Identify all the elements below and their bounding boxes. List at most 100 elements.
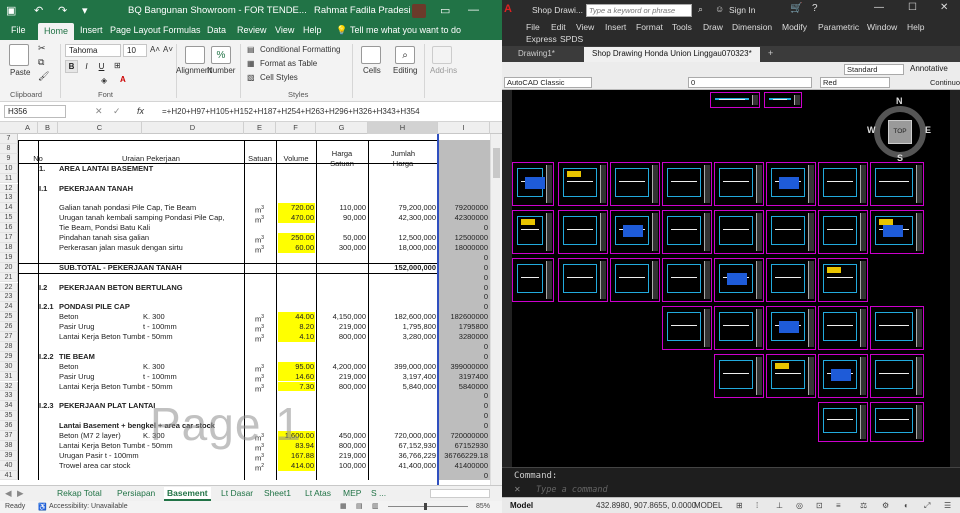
cell-f[interactable]: 44.00	[277, 312, 314, 322]
row-header[interactable]: 32	[0, 381, 18, 392]
cell-c[interactable]: Pasir Urug	[59, 322, 143, 332]
row-header[interactable]: 21	[0, 272, 18, 283]
cell-c[interactable]: PEKERJAAN TANAH	[59, 184, 245, 194]
cell-e[interactable]: m2	[245, 461, 274, 474]
menu-insert[interactable]: Insert	[605, 22, 626, 32]
help-icon[interactable]: ?	[812, 3, 818, 14]
cell-g[interactable]: 90,000	[317, 213, 366, 223]
row-header[interactable]: 11	[0, 173, 18, 184]
column-header[interactable]: I	[438, 122, 490, 134]
model-tab[interactable]: Model	[510, 501, 533, 510]
cell-i[interactable]: 720000000	[439, 431, 488, 441]
snap-icon[interactable]: ⁞	[756, 501, 758, 510]
cell-i[interactable]: 0	[439, 253, 488, 263]
compass-north[interactable]: N	[896, 96, 903, 106]
cell-d[interactable]: t - 100mm	[143, 372, 242, 382]
cell-f[interactable]: 470.00	[277, 213, 314, 223]
editing-button[interactable]: Editing	[393, 66, 417, 75]
number-format-icon[interactable]: %	[211, 46, 231, 64]
drawing-sheet[interactable]	[714, 354, 764, 398]
menu-draw[interactable]: Draw	[703, 22, 723, 32]
cell-g[interactable]: 219,000	[317, 451, 366, 461]
menu-spds[interactable]: SPDS	[560, 34, 583, 44]
drawing-sheet[interactable]	[818, 354, 868, 398]
sheet-tab-lt-dasar[interactable]: Lt Dasar	[218, 487, 256, 501]
cell-f[interactable]: 7.30	[277, 382, 314, 392]
page-break-view-icon[interactable]: ▥	[372, 502, 379, 510]
cell-h[interactable]: 18,000,000	[369, 243, 436, 253]
page-layout-view-icon[interactable]: ▤	[356, 502, 363, 510]
cell-d[interactable]: t - 100mm	[143, 322, 242, 332]
font-size-box[interactable]: 10	[123, 44, 147, 57]
row-header[interactable]: 10	[0, 163, 18, 174]
cell-i[interactable]: 0	[439, 223, 488, 233]
column-header[interactable]: B	[38, 122, 58, 134]
drawing-sheet[interactable]	[662, 258, 712, 302]
drawing-sheet[interactable]	[512, 210, 554, 254]
cad-close-icon[interactable]: ✕	[940, 2, 948, 13]
row-header[interactable]: 29	[0, 351, 18, 362]
row-header[interactable]: 37	[0, 431, 18, 441]
editing-search-icon[interactable]: ⌕	[395, 46, 415, 64]
cell-i[interactable]: 5840000	[439, 382, 488, 392]
conditional-formatting-button[interactable]: Conditional Formatting	[260, 45, 340, 54]
tab-file[interactable]: File	[11, 25, 26, 35]
cell-i[interactable]: 0	[439, 302, 488, 312]
compass-south[interactable]: S	[897, 153, 903, 163]
row-header[interactable]: 35	[0, 411, 18, 422]
cell-c[interactable]: TIE BEAM	[59, 352, 245, 362]
row-header[interactable]: 23	[0, 292, 18, 303]
cell-c[interactable]: Lantai Kerja Beton Tumbuk	[59, 382, 143, 392]
text-style-dropdown[interactable]: Standard	[844, 64, 904, 75]
cell-g[interactable]: 450,000	[317, 431, 366, 441]
scroll-last-sheet-icon[interactable]: ▶	[14, 487, 27, 501]
menu-parametric[interactable]: Parametric	[818, 22, 859, 32]
cell-g[interactable]: 800,000	[317, 441, 366, 451]
cell-c[interactable]: PEKERJAAN BETON BERTULANG	[59, 283, 245, 293]
command-close-icon[interactable]: ✕	[514, 485, 521, 494]
cell-i[interactable]: 18000000	[439, 243, 488, 253]
zoom-slider[interactable]	[388, 506, 468, 507]
cell-i[interactable]: 0	[439, 273, 488, 283]
cell-h[interactable]: 42,300,000	[369, 213, 436, 223]
number-button[interactable]: Number	[207, 66, 235, 75]
fullscreen-icon[interactable]: ⤢	[924, 501, 930, 511]
drawing-sheet[interactable]	[714, 258, 764, 302]
drawing-sheet[interactable]	[870, 210, 924, 254]
cell-d[interactable]: K. 300	[143, 362, 242, 372]
cell-i[interactable]: 79200000	[439, 203, 488, 213]
right-toolbar[interactable]	[950, 90, 960, 467]
drawing-sheet[interactable]	[818, 210, 868, 254]
cell-e[interactable]: m3	[245, 243, 274, 256]
cell-e[interactable]: m3	[245, 382, 274, 395]
scroll-first-sheet-icon[interactable]: ◀	[2, 487, 15, 501]
column-header[interactable]: A	[18, 122, 38, 134]
cell-c[interactable]: Trowel area car stock	[59, 461, 245, 471]
cart-icon[interactable]: 🛒	[790, 3, 802, 14]
drawing-sheet[interactable]	[714, 210, 764, 254]
cell-e[interactable]: m3	[245, 332, 274, 345]
cell-i[interactable]: 0	[439, 342, 488, 352]
cancel-icon[interactable]: ✕	[95, 106, 103, 117]
cell-b[interactable]: I.1	[39, 184, 56, 194]
menu-view[interactable]: View	[576, 22, 594, 32]
row-header[interactable]: 25	[0, 312, 18, 323]
drawing-sheet[interactable]	[558, 210, 608, 254]
cell-i[interactable]: 399000000	[439, 362, 488, 372]
row-header[interactable]: 8	[0, 143, 18, 154]
cell-c[interactable]: Lantai Kerja Beton Tumbuk	[59, 441, 143, 451]
drawing-sheet[interactable]	[818, 306, 868, 350]
cell-i[interactable]: 3280000	[439, 332, 488, 342]
cell-d[interactable]: t - 50mm	[143, 382, 242, 392]
cell-i[interactable]: 3197400	[439, 372, 488, 382]
left-toolbar[interactable]	[502, 90, 512, 467]
customize-icon[interactable]: ☰	[944, 501, 951, 510]
cell-h[interactable]: 3,197,400	[369, 372, 436, 382]
cell-i[interactable]: 12500000	[439, 233, 488, 243]
row-header[interactable]: 38	[0, 440, 18, 451]
grow-font-icon[interactable]: A˄	[150, 45, 160, 54]
row-header[interactable]: 20	[0, 262, 18, 273]
column-header[interactable]: F	[276, 122, 316, 134]
drawing-sheet[interactable]	[512, 258, 554, 302]
drawing-sheet[interactable]	[766, 354, 816, 398]
